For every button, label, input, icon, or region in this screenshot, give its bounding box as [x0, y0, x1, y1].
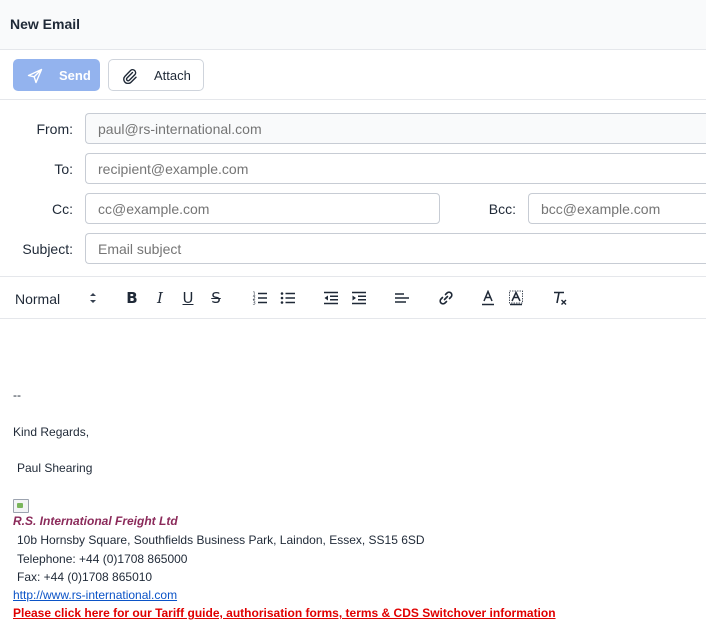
signature-regards: Kind Regards,	[13, 425, 90, 439]
align-left-icon[interactable]	[393, 289, 411, 307]
heading-select[interactable]: Normal	[15, 291, 60, 307]
formatting-toolbar: Normal B I U S 123	[0, 276, 706, 319]
svg-text:3: 3	[253, 301, 256, 307]
bullet-list-icon[interactable]	[279, 289, 297, 307]
outdent-icon[interactable]	[322, 289, 340, 307]
signature-company: R.S. International Freight Ltd	[13, 514, 178, 528]
tariff-guide-link[interactable]: Please click here for our Tariff guide, …	[13, 606, 556, 620]
subject-field[interactable]	[85, 233, 706, 264]
select-arrows-icon	[88, 291, 98, 305]
subject-label: Subject:	[22, 241, 73, 257]
clear-formatting-icon[interactable]	[551, 289, 569, 307]
background-color-icon[interactable]	[507, 289, 525, 307]
signature-address: 10b Hornsby Square, Southfields Business…	[17, 533, 425, 547]
signature-separator: --	[13, 388, 21, 402]
strikethrough-button[interactable]: S	[207, 289, 225, 307]
from-label: From:	[36, 121, 73, 137]
window-titlebar: New Email	[0, 0, 706, 50]
bcc-field[interactable]	[528, 193, 706, 224]
link-icon[interactable]	[437, 289, 455, 307]
send-button-label: Send	[59, 68, 91, 83]
attach-button[interactable]: Attach	[108, 59, 204, 91]
signature-name: Paul Shearing	[17, 461, 93, 475]
underline-button[interactable]: U	[179, 289, 197, 307]
italic-button[interactable]: I	[151, 289, 169, 307]
signature-telephone: Telephone: +44 (0)1708 865000	[17, 552, 188, 566]
action-bar: Send Attach	[0, 50, 706, 100]
bcc-label: Bcc:	[488, 201, 516, 217]
send-icon	[27, 68, 43, 84]
bold-button[interactable]: B	[123, 289, 141, 307]
cc-field[interactable]	[85, 193, 440, 224]
window-title: New Email	[10, 16, 81, 32]
from-field[interactable]	[85, 113, 706, 144]
ordered-list-icon[interactable]: 123	[251, 289, 269, 307]
to-field[interactable]	[85, 153, 706, 184]
text-color-icon[interactable]	[479, 289, 497, 307]
cc-label: Cc:	[52, 201, 73, 217]
website-link[interactable]: http://www.rs-international.com	[13, 588, 177, 602]
attach-button-label: Attach	[154, 68, 191, 83]
email-body-editor[interactable]: -- Kind Regards, Paul Shearing R.S. Inte…	[0, 319, 706, 633]
to-label: To:	[54, 161, 73, 177]
send-button[interactable]: Send	[13, 59, 100, 91]
indent-icon[interactable]	[350, 289, 368, 307]
paperclip-icon	[122, 68, 138, 85]
signature-fax: Fax: +44 (0)1708 865010	[17, 570, 153, 584]
broken-image-icon	[13, 499, 29, 513]
